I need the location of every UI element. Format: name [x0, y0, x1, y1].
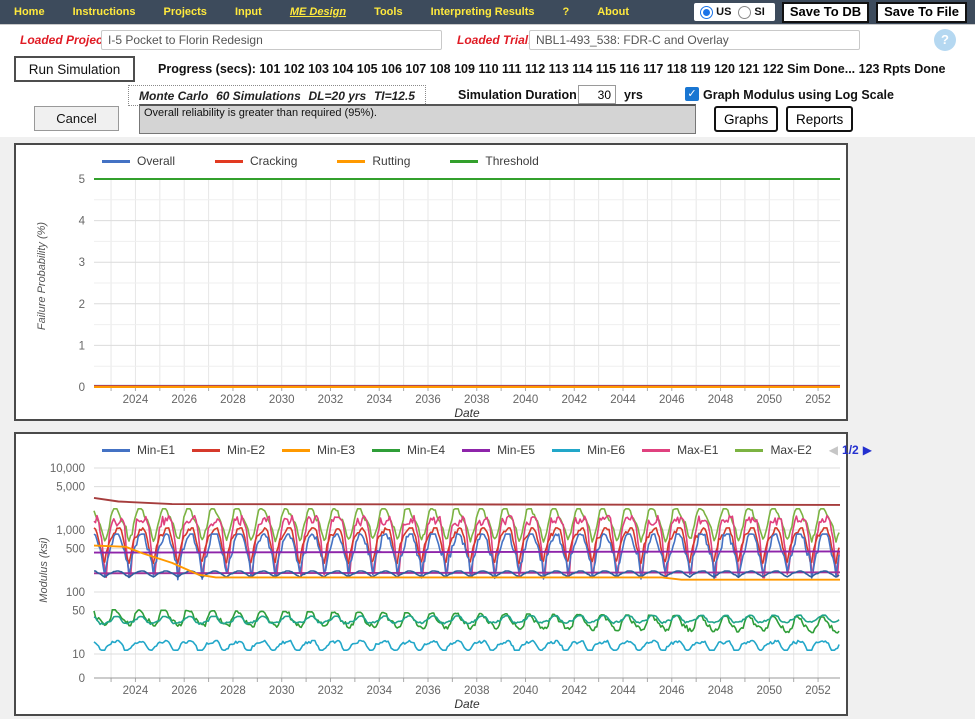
- svg-text:50: 50: [72, 606, 85, 618]
- svg-text:10,000: 10,000: [50, 463, 85, 475]
- svg-text:1: 1: [79, 340, 85, 352]
- svg-text:2046: 2046: [659, 394, 685, 406]
- charts-section: Overall Cracking Rutting Threshold Failu…: [0, 137, 975, 719]
- legend-next-page-icon[interactable]: ▶: [863, 443, 872, 457]
- svg-text:2040: 2040: [513, 394, 539, 406]
- monte-carlo-summary: Monte Carlo 60 Simulations DL=20 yrs TI=…: [128, 85, 426, 106]
- svg-text:2024: 2024: [123, 394, 149, 406]
- svg-text:Date: Date: [454, 406, 480, 419]
- modulus-chart: 10,0005,0001,000500100501002024202620282…: [16, 434, 846, 714]
- svg-text:2028: 2028: [220, 394, 246, 406]
- si-radio-button[interactable]: [738, 6, 751, 19]
- reports-button[interactable]: Reports: [786, 106, 853, 132]
- status-message-box[interactable]: Overall reliability is greater than requ…: [139, 104, 696, 134]
- save-to-db-button[interactable]: Save To DB: [782, 2, 869, 23]
- failure-probability-chart-card: Overall Cracking Rutting Threshold Failu…: [14, 143, 848, 421]
- loaded-project-input[interactable]: [101, 30, 442, 50]
- us-radio-label[interactable]: US: [716, 6, 731, 18]
- modulus-chart-card: Min-E1 Min-E2 Min-E3 Min-E4 Min-E5: [14, 432, 848, 716]
- mc-design-life: DL=20 yrs: [309, 89, 367, 103]
- svg-text:2032: 2032: [318, 394, 344, 406]
- svg-text:2024: 2024: [123, 685, 149, 697]
- save-to-file-button[interactable]: Save To File: [876, 2, 967, 23]
- svg-text:500: 500: [66, 544, 85, 556]
- cancel-button[interactable]: Cancel: [34, 106, 119, 131]
- svg-text:2028: 2028: [220, 685, 246, 697]
- progress-text: Progress (secs): 101 102 103 104 105 106…: [158, 62, 945, 76]
- mc-mode: Monte Carlo: [139, 89, 208, 103]
- si-radio-label[interactable]: SI: [754, 6, 764, 18]
- svg-text:2030: 2030: [269, 685, 295, 697]
- log-scale-label: Graph Modulus using Log Scale: [703, 88, 894, 102]
- svg-text:Date: Date: [454, 697, 480, 711]
- svg-text:4: 4: [79, 216, 86, 228]
- log-scale-checkbox[interactable]: ✓: [685, 87, 699, 101]
- svg-text:2040: 2040: [513, 685, 539, 697]
- svg-text:0: 0: [79, 382, 85, 394]
- svg-text:2046: 2046: [659, 685, 685, 697]
- status-row: Cancel Overall reliability is greater th…: [0, 104, 975, 136]
- radio-dot-icon: [703, 9, 710, 16]
- app-window: Home Instructions Projects Input ME Desi…: [0, 0, 975, 719]
- duration-units-label: yrs: [624, 88, 643, 102]
- nav-interpreting-results[interactable]: Interpreting Results: [417, 6, 549, 18]
- units-toggle: US SI: [694, 3, 775, 21]
- nav-tools[interactable]: Tools: [360, 6, 417, 18]
- svg-text:10: 10: [72, 649, 85, 661]
- simulation-duration-input[interactable]: [578, 85, 616, 104]
- svg-text:2036: 2036: [415, 685, 441, 697]
- project-row: Loaded Project: Loaded Trial: ?: [0, 27, 975, 53]
- svg-text:2042: 2042: [561, 685, 587, 697]
- svg-text:3: 3: [79, 257, 85, 269]
- svg-text:0: 0: [79, 673, 85, 685]
- us-radio-button[interactable]: [700, 6, 713, 19]
- svg-text:2026: 2026: [171, 685, 197, 697]
- svg-text:2: 2: [79, 299, 85, 311]
- svg-text:2038: 2038: [464, 394, 490, 406]
- svg-text:2036: 2036: [415, 394, 441, 406]
- svg-text:2052: 2052: [805, 394, 831, 406]
- graphs-button[interactable]: Graphs: [714, 106, 778, 132]
- mc-traffic-index: TI=12.5: [374, 89, 415, 103]
- svg-text:100: 100: [66, 587, 85, 599]
- svg-text:2034: 2034: [366, 685, 392, 697]
- nav-instructions[interactable]: Instructions: [59, 6, 150, 18]
- nav-input[interactable]: Input: [221, 6, 276, 18]
- simulation-duration-label: Simulation Duration: [458, 88, 577, 102]
- svg-text:2044: 2044: [610, 394, 636, 406]
- failure-probability-chart: 0 1 2 3 4 5 2024 2026 2028 2030 2032 2034 2036 2038 20…: [16, 145, 846, 419]
- svg-text:2050: 2050: [757, 685, 783, 697]
- nav-home[interactable]: Home: [0, 6, 59, 18]
- help-icon[interactable]: ?: [934, 29, 956, 51]
- mc-simulations: 60 Simulations: [216, 89, 301, 103]
- svg-text:2042: 2042: [561, 394, 587, 406]
- nav-right-controls: US SI Save To DB Save To File: [694, 2, 975, 23]
- nav-projects[interactable]: Projects: [150, 6, 221, 18]
- svg-text:2032: 2032: [318, 685, 344, 697]
- svg-text:2048: 2048: [708, 685, 734, 697]
- svg-text:2030: 2030: [269, 394, 295, 406]
- run-simulation-button[interactable]: Run Simulation: [14, 56, 135, 82]
- loaded-project-label: Loaded Project:: [20, 33, 111, 47]
- svg-text:2052: 2052: [805, 685, 831, 697]
- loaded-trial-label: Loaded Trial:: [457, 33, 532, 47]
- svg-text:2048: 2048: [708, 394, 734, 406]
- svg-text:1,000: 1,000: [56, 525, 85, 537]
- loaded-trial-input[interactable]: [529, 30, 860, 50]
- svg-text:2026: 2026: [171, 394, 197, 406]
- svg-text:2038: 2038: [464, 685, 490, 697]
- run-row: Run Simulation Progress (secs): 101 102 …: [0, 56, 975, 84]
- svg-text:5,000: 5,000: [56, 482, 85, 494]
- nav-about[interactable]: About: [583, 6, 643, 18]
- svg-text:2034: 2034: [366, 394, 392, 406]
- svg-text:2050: 2050: [757, 394, 783, 406]
- svg-text:2044: 2044: [610, 685, 636, 697]
- top-nav: Home Instructions Projects Input ME Desi…: [0, 0, 975, 25]
- nav-help[interactable]: ?: [548, 6, 583, 18]
- nav-me-design[interactable]: ME Design: [276, 6, 360, 18]
- svg-text:5: 5: [79, 174, 85, 186]
